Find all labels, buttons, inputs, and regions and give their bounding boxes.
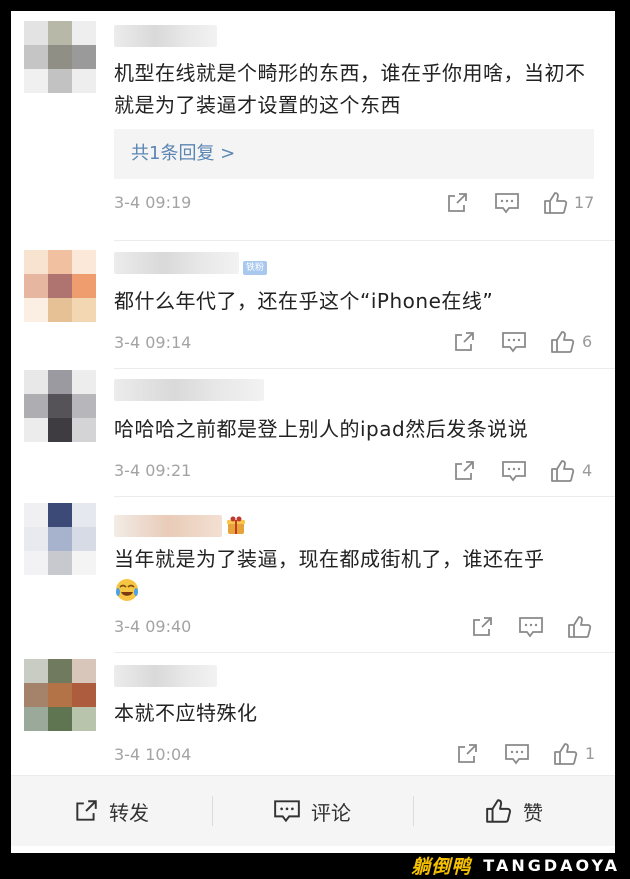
reply-count-link[interactable]: 共1条回复 > xyxy=(131,129,235,179)
bottom-action-bar: 转发 评论 赞 xyxy=(11,775,615,846)
comment-text: 当年就是为了装逼，现在都成街机了，谁还在乎 xyxy=(114,543,604,612)
watermark-cn: 躺倒鸭 xyxy=(411,856,472,878)
comment-label: 评论 xyxy=(311,800,351,825)
repost-icon xyxy=(76,800,97,821)
comment-button[interactable]: 评论 xyxy=(273,776,351,846)
comment-icon xyxy=(274,800,300,823)
comment-time: 3-4 09:21 xyxy=(114,461,192,480)
comment-text: 本就不应特殊化 xyxy=(114,701,258,725)
username-blurred[interactable] xyxy=(114,515,222,537)
repost-label: 转发 xyxy=(109,800,149,825)
repost-button[interactable]: 转发 xyxy=(73,776,149,846)
share-icon[interactable] xyxy=(445,191,469,215)
comment-item: 哈哈哈之前都是登上别人的ipad然后发条说说 3-4 09:21 4 xyxy=(11,369,615,497)
gift-emoji-icon xyxy=(225,514,247,540)
comment-item: 本就不应特殊化 3-4 10:04 1 xyxy=(11,653,615,775)
username-blurred[interactable] xyxy=(114,25,217,47)
like-icon[interactable] xyxy=(543,191,569,215)
comment-item: 当年就是为了装逼，现在都成街机了，谁还在乎 3-4 09:40 xyxy=(11,497,615,653)
comment-icon[interactable] xyxy=(501,459,527,483)
comment-icon[interactable] xyxy=(504,742,530,766)
avatar[interactable] xyxy=(24,503,96,575)
watermark: 躺倒鸭 TANGDAOYA xyxy=(411,853,620,878)
divider xyxy=(212,796,213,826)
like-icon[interactable] xyxy=(550,459,576,483)
like-count: 4 xyxy=(582,461,593,480)
username-blurred[interactable] xyxy=(114,665,217,687)
like-count: 1 xyxy=(585,744,596,763)
comment-time: 3-4 09:19 xyxy=(114,193,192,212)
comment-time: 3-4 09:40 xyxy=(114,617,192,636)
fan-badge: 铁粉 xyxy=(243,261,268,275)
reply-summary[interactable]: 共1条回复 > xyxy=(114,129,594,179)
comment-text-body: 当年就是为了装逼，现在都成街机了，谁还在乎 xyxy=(114,547,545,571)
comment-item: 机型在线就是个畸形的东西，谁在乎你用啥，当初不就是为了装逼才设置的这个东西 共1… xyxy=(11,11,615,241)
username-blurred[interactable] xyxy=(114,379,264,401)
share-icon[interactable] xyxy=(470,615,494,639)
like-count: 17 xyxy=(574,193,595,212)
like-icon[interactable] xyxy=(553,742,579,766)
avatar[interactable] xyxy=(24,370,96,442)
comment-list-panel: 机型在线就是个畸形的东西，谁在乎你用啥，当初不就是为了装逼才设置的这个东西 共1… xyxy=(11,11,615,853)
username-blurred[interactable] xyxy=(114,252,239,274)
comment-icon[interactable] xyxy=(501,330,527,354)
comment-icon[interactable] xyxy=(494,191,520,215)
comment-time: 3-4 09:14 xyxy=(114,333,192,352)
laugh-cry-emoji-icon xyxy=(114,577,140,612)
like-label: 赞 xyxy=(523,800,543,825)
like-icon[interactable] xyxy=(550,330,576,354)
like-icon xyxy=(486,799,512,823)
comment-item: 铁粉 都什么年代了，还在乎这个“iPhone在线” 3-4 09:14 6 xyxy=(11,241,615,369)
like-icon[interactable] xyxy=(567,615,593,639)
avatar[interactable] xyxy=(24,250,96,322)
like-count: 6 xyxy=(582,332,593,351)
share-icon[interactable] xyxy=(452,330,476,354)
avatar[interactable] xyxy=(24,659,96,731)
comment-text: 机型在线就是个畸形的东西，谁在乎你用啥，当初不就是为了装逼才设置的这个东西 xyxy=(114,61,586,117)
divider xyxy=(413,796,414,826)
comment-time: 3-4 10:04 xyxy=(114,745,192,764)
share-icon[interactable] xyxy=(455,742,479,766)
watermark-en: TANGDAOYA xyxy=(483,856,620,875)
like-button[interactable]: 赞 xyxy=(485,776,543,846)
comment-text: 哈哈哈之前都是登上别人的ipad然后发条说说 xyxy=(114,417,529,441)
avatar[interactable] xyxy=(24,21,96,93)
share-icon[interactable] xyxy=(452,459,476,483)
comment-icon[interactable] xyxy=(518,615,544,639)
comment-text: 都什么年代了，还在乎这个“iPhone在线” xyxy=(114,289,494,313)
